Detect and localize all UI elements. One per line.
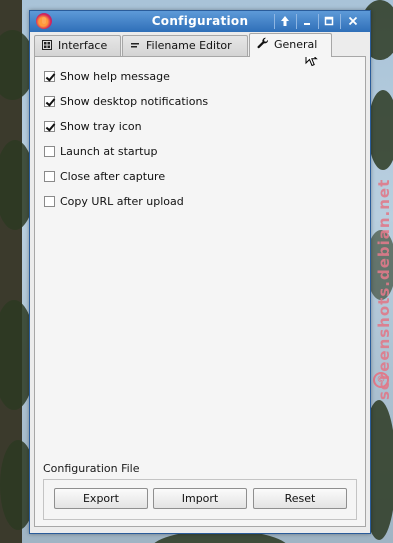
- checkbox[interactable]: [44, 195, 55, 207]
- titlebar-separator: [274, 14, 275, 29]
- option-show-desktop-notifications[interactable]: Show desktop notifications: [44, 93, 208, 109]
- tab-interface[interactable]: Interface: [34, 35, 121, 56]
- close-button[interactable]: [344, 13, 362, 29]
- option-show-help-message[interactable]: Show help message: [44, 68, 170, 84]
- tab-label: Interface: [58, 39, 108, 52]
- checkbox[interactable]: [44, 145, 55, 157]
- keep-above-button[interactable]: [276, 13, 294, 29]
- import-button[interactable]: Import: [153, 488, 247, 509]
- window-title: Configuration: [151, 14, 249, 28]
- tab-general[interactable]: General: [249, 33, 332, 57]
- export-button[interactable]: Export: [54, 488, 148, 509]
- titlebar[interactable]: Configuration: [30, 11, 370, 32]
- general-panel: Show help message Show desktop notificat…: [34, 56, 366, 527]
- checkbox-label: Show help message: [60, 69, 170, 83]
- watermark-logo: ©: [373, 372, 389, 388]
- minimize-icon: [304, 23, 310, 25]
- maximize-button[interactable]: [320, 13, 338, 29]
- maximize-icon: [324, 16, 334, 26]
- minimize-button[interactable]: [298, 13, 316, 29]
- watermark-text: screenshots.debian.net: [375, 178, 393, 400]
- tab-label: General: [274, 38, 318, 51]
- tab-label: Filename Editor: [146, 39, 232, 52]
- titlebar-separator: [340, 14, 341, 29]
- editor-icon: [131, 43, 139, 48]
- checkbox[interactable]: [44, 70, 55, 82]
- checkbox-label: Show tray icon: [60, 119, 142, 133]
- arrow-up-icon: [281, 16, 289, 26]
- close-icon: [348, 16, 358, 26]
- checkbox-label: Show desktop notifications: [60, 94, 209, 108]
- option-close-after-capture[interactable]: Close after capture: [44, 168, 165, 184]
- titlebar-separator: [296, 14, 297, 29]
- titlebar-separator: [318, 14, 319, 29]
- interface-icon: [42, 40, 52, 50]
- config-file-label: Configuration File: [43, 462, 140, 475]
- tab-bar: Interface Filename Editor General: [34, 33, 366, 57]
- checkbox-label: Copy URL after upload: [60, 194, 184, 208]
- checkbox[interactable]: [44, 120, 55, 132]
- config-file-group: Export Import Reset: [43, 479, 357, 520]
- option-copy-url-after-upload[interactable]: Copy URL after upload: [44, 193, 184, 209]
- tab-filename-editor[interactable]: Filename Editor: [122, 35, 248, 56]
- configuration-window: Configuration Interface Filename Editor …: [29, 10, 371, 534]
- reset-button[interactable]: Reset: [253, 488, 347, 509]
- checkbox[interactable]: [44, 95, 55, 107]
- option-launch-at-startup[interactable]: Launch at startup: [44, 143, 157, 159]
- option-show-tray-icon[interactable]: Show tray icon: [44, 118, 142, 134]
- checkbox-label: Close after capture: [60, 169, 166, 183]
- checkbox-label: Launch at startup: [60, 144, 158, 158]
- checkbox[interactable]: [44, 170, 55, 182]
- wrench-icon: [257, 37, 269, 49]
